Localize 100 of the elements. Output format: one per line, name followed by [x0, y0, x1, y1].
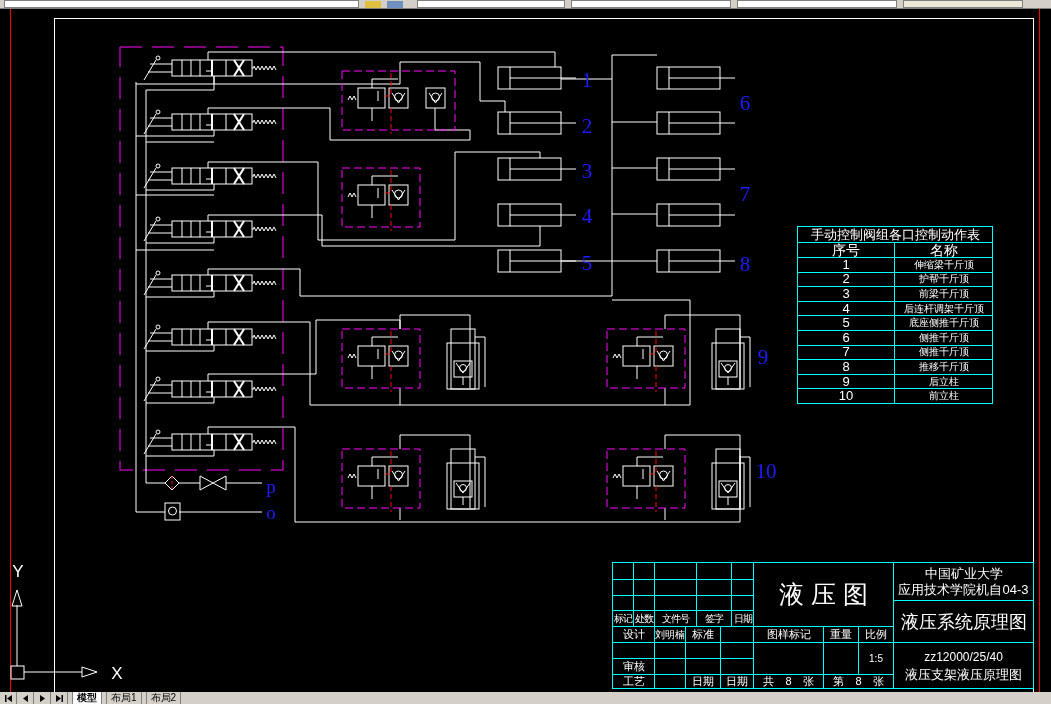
- table-cell: 推移千斤顶: [894, 359, 993, 375]
- table-cell: [721, 643, 754, 659]
- table-cell: [613, 643, 655, 659]
- linetype-dropdown[interactable]: [571, 0, 731, 8]
- cylinder-number: 7: [739, 182, 751, 206]
- table-cell: 9: [797, 374, 895, 389]
- school-name: 中国矿业大学: [924, 565, 1003, 582]
- layout-tab[interactable]: 模型: [72, 692, 102, 704]
- revision-header: 标记: [614, 613, 632, 624]
- revision-header: 处数: [635, 613, 653, 624]
- table-cell: [613, 596, 634, 611]
- table-cell: 10: [797, 388, 895, 404]
- table-cell: [686, 659, 721, 675]
- table-cell: 5: [797, 315, 895, 331]
- table-cell: [634, 563, 655, 580]
- port-label: p: [266, 475, 276, 497]
- table-cell: [732, 563, 754, 580]
- cylinder-number: 2: [581, 114, 593, 138]
- school-name: 应用技术学院机自04-3: [898, 581, 1029, 598]
- cylinder-number: 1: [581, 68, 593, 92]
- cylinder-number: 8: [739, 252, 751, 276]
- drawing-name: 液压系统原理图: [900, 612, 1027, 631]
- table-cell: 前梁千斤顶: [894, 286, 993, 302]
- table-cell: 4: [797, 301, 895, 316]
- column-header: 名称: [894, 242, 993, 258]
- table-cell: 侧推千斤顶: [894, 345, 993, 360]
- field-label: 日期: [692, 676, 714, 687]
- table-title: 手动控制阀组各口控制动作表: [797, 226, 993, 243]
- ucs-axes-icon: [10, 589, 98, 680]
- column-header: 序号: [797, 242, 895, 258]
- table-cell: [732, 596, 754, 611]
- color-dropdown[interactable]: [417, 0, 565, 8]
- y-axis-label: Y: [12, 561, 24, 581]
- table-cell: 1: [797, 257, 895, 273]
- drawing-subtitle: 液压支架液压原理图: [905, 666, 1022, 683]
- field-label: 重量: [830, 629, 852, 640]
- table-cell: [634, 596, 655, 611]
- table-cell: [697, 563, 732, 580]
- revision-header: 签字: [705, 613, 723, 624]
- cylinder-number: 6: [739, 91, 751, 115]
- table-cell: [732, 580, 754, 596]
- drawing-title: 液 压 图: [779, 582, 868, 607]
- table-cell: [655, 675, 686, 689]
- cylinder-number: 9: [757, 345, 769, 369]
- table-cell: [721, 627, 754, 643]
- designer-name: 刘明楠: [655, 629, 685, 640]
- x-axis-label: X: [111, 663, 123, 683]
- table-cell: [697, 596, 732, 611]
- port-label: o: [266, 501, 276, 523]
- field-label: 审核: [622, 661, 645, 672]
- table-cell: [686, 643, 721, 659]
- cylinder-number: 4: [581, 204, 593, 228]
- table-cell: [634, 580, 655, 596]
- table-cell: 侧推千斤顶: [894, 330, 993, 346]
- pillar-drawing: [711, 448, 751, 510]
- cylinder-number: 3: [581, 159, 593, 183]
- table-cell: 护帮千斤顶: [894, 272, 993, 287]
- stop-valve-drawing: [199, 475, 227, 491]
- table-cell: [655, 580, 697, 596]
- table-cell: [655, 643, 686, 659]
- table-cell: 后连杆调架千斤顶: [894, 301, 993, 316]
- table-cell: [754, 643, 824, 675]
- field-label: 日期: [726, 676, 748, 687]
- table-cell: 2: [797, 272, 895, 287]
- lineweight-dropdown[interactable]: [737, 0, 897, 8]
- revision-header: 日期: [733, 613, 752, 624]
- table-cell: 6: [797, 330, 895, 346]
- field-label: 工艺: [622, 676, 645, 687]
- table-cell: [697, 580, 732, 596]
- revision-header: 文件号: [662, 613, 689, 624]
- table-cell: [613, 563, 634, 580]
- layout-tab[interactable]: 布局1: [106, 692, 142, 704]
- table-cell: [721, 659, 754, 675]
- layout-tab[interactable]: 布局2: [145, 692, 182, 704]
- table-cell: [655, 563, 697, 580]
- pillar-drawing: [446, 448, 486, 510]
- field-label: 图样标记: [766, 629, 811, 640]
- table-cell: [655, 596, 697, 611]
- field-label: 设计: [622, 629, 645, 640]
- field-label: 标准: [692, 629, 714, 640]
- table-cell: 后立柱: [894, 374, 993, 389]
- scale-value: 1:5: [869, 653, 883, 664]
- last-arrow-icon: [53, 692, 65, 704]
- check-valve-drawing: [164, 502, 181, 521]
- table-cell: 伸缩梁千斤顶: [894, 257, 993, 273]
- table-cell: 8: [797, 359, 895, 375]
- drawing-code: zz12000/25/40: [924, 648, 1003, 665]
- field-label: 比例: [865, 629, 887, 640]
- table-cell: 7: [797, 345, 895, 360]
- sheet-count: 共 8 张: [763, 676, 814, 687]
- table-cell: [613, 580, 634, 596]
- filter-drawing: [164, 475, 180, 491]
- plot-style-dropdown[interactable]: [903, 0, 1023, 8]
- pillar-drawing: [446, 328, 486, 390]
- table-cell: 底座侧推千斤顶: [894, 315, 993, 331]
- table-cell: 3: [797, 286, 895, 302]
- layer-dropdown[interactable]: [4, 0, 359, 8]
- pillar-drawing: [711, 328, 751, 390]
- first-arrow-icon: [2, 692, 14, 704]
- cylinder-number: 10: [755, 459, 777, 483]
